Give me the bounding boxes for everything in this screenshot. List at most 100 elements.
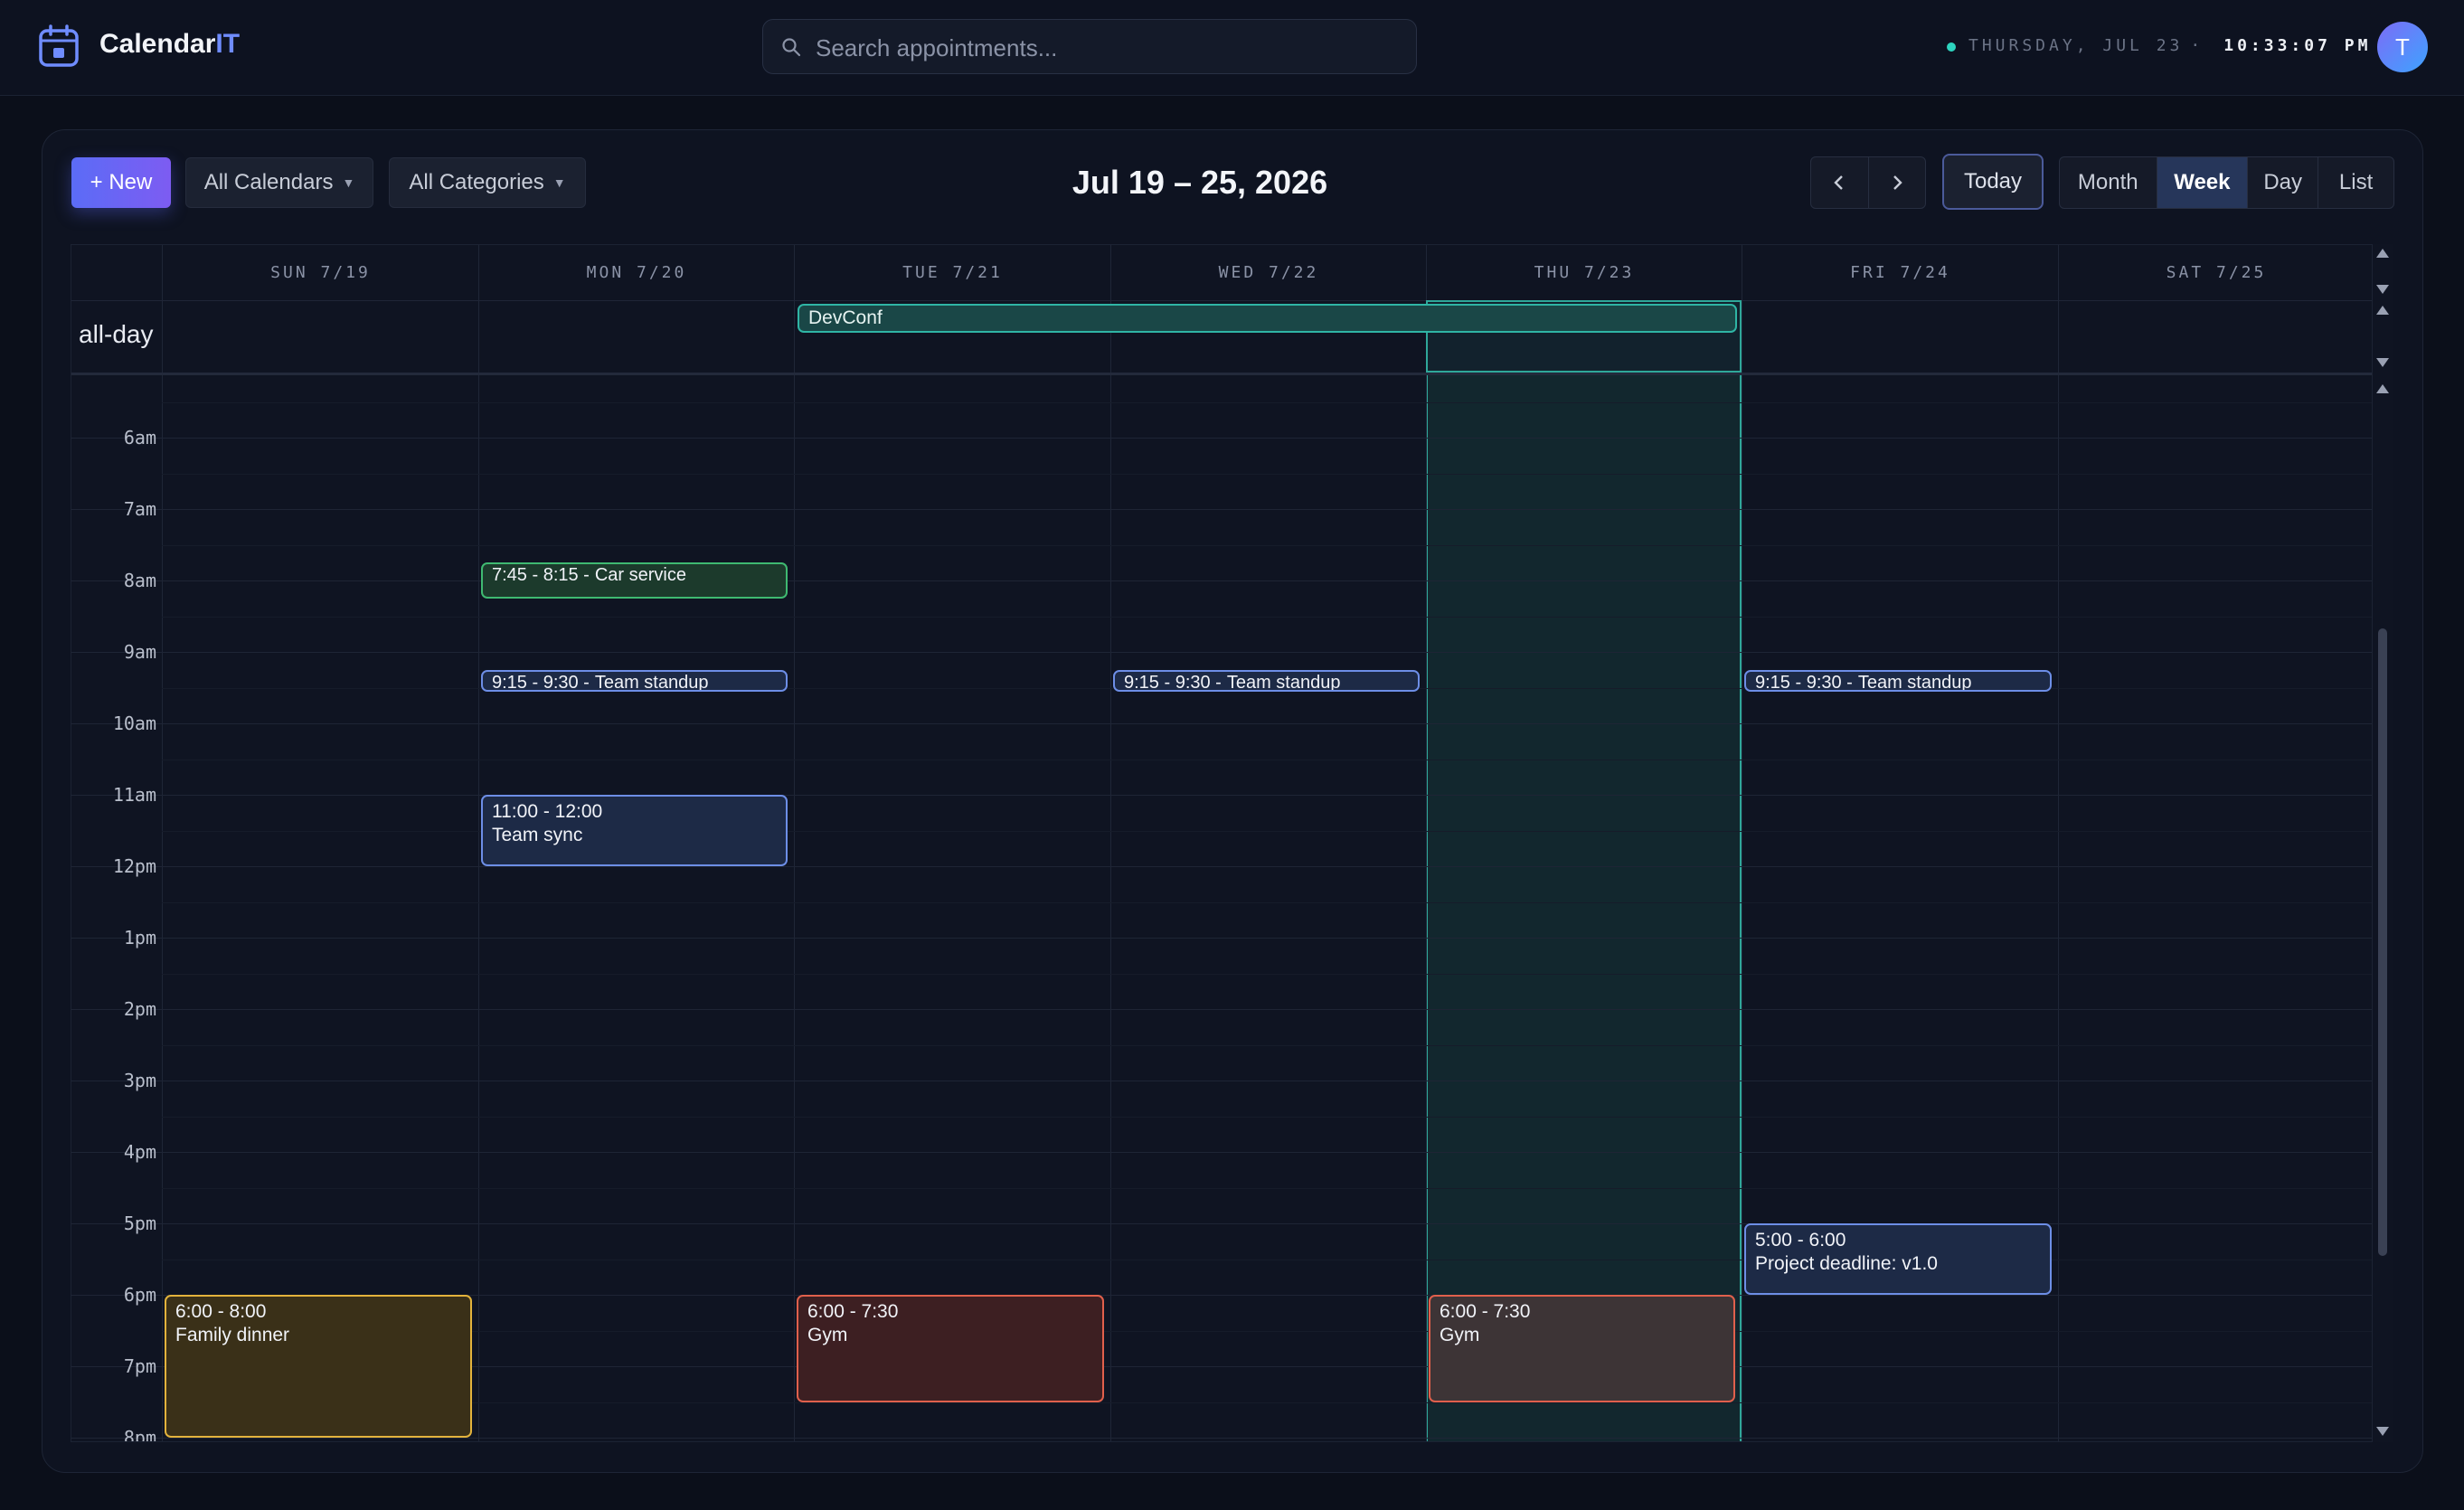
event-time: 6:00 - 8:00 bbox=[175, 1301, 267, 1322]
event-time: 6:00 - 7:30 bbox=[807, 1301, 899, 1322]
hour-line bbox=[71, 795, 2372, 796]
next-week-button[interactable] bbox=[1867, 157, 1926, 208]
today-button[interactable]: Today bbox=[1942, 154, 2044, 210]
day-header-mon[interactable]: MON 7/20 bbox=[478, 245, 794, 300]
time-grid: 5am 6am 7am 8am 9am 10am 11am 12pm 1pm 2pm 3pm 4pm 5… bbox=[71, 375, 2372, 1441]
event-title: Team standup bbox=[594, 672, 709, 692]
hour-line bbox=[71, 652, 2372, 653]
user-avatar[interactable]: T bbox=[2377, 22, 2428, 72]
day-column-divider bbox=[478, 375, 479, 1441]
week-calendar: SUN 7/19 MON 7/20 TUE 7/21 WED 7/22 THU … bbox=[71, 244, 2373, 1442]
day-header-fri[interactable]: FRI 7/24 bbox=[1742, 245, 2058, 300]
event-time: 9:15 - 9:30 - bbox=[1124, 672, 1222, 692]
scroll-down-arrow-icon[interactable] bbox=[2376, 358, 2389, 367]
half-hour-line bbox=[162, 1330, 2372, 1332]
calendar-event[interactable]: 6:00 - 8:00 Family dinner bbox=[165, 1295, 472, 1438]
view-day-button[interactable]: Day bbox=[2247, 157, 2318, 208]
event-title: Team standup bbox=[1857, 672, 1972, 692]
calendar-event[interactable]: 7:45 - 8:15 - Car service bbox=[481, 562, 788, 599]
event-title: Project deadline: v1.0 bbox=[1755, 1253, 1938, 1274]
calendars-filter-label: All Calendars bbox=[203, 170, 334, 194]
time-label: 6pm bbox=[123, 1284, 156, 1306]
half-hour-line bbox=[162, 1187, 2372, 1189]
half-hour-line bbox=[162, 1044, 2372, 1046]
half-hour-line bbox=[162, 1401, 2372, 1403]
calendar-event[interactable]: 5:00 - 6:00 Project deadline: v1.0 bbox=[1744, 1223, 2052, 1295]
day-header-thu[interactable]: THU 7/23 bbox=[1426, 245, 1742, 300]
calendar-event[interactable]: 9:15 - 9:30 - Team standup bbox=[1744, 669, 2052, 692]
previous-week-button[interactable] bbox=[1811, 157, 1868, 208]
categories-filter-label: All Categories bbox=[409, 170, 544, 194]
hour-line bbox=[71, 509, 2372, 510]
time-label: 3pm bbox=[123, 1070, 156, 1091]
time-label: 6am bbox=[123, 427, 156, 448]
date-nav-group bbox=[1810, 156, 1926, 209]
view-list-button[interactable]: List bbox=[2318, 157, 2393, 208]
time-label: 10am bbox=[112, 713, 156, 734]
hour-line bbox=[71, 438, 2372, 439]
time-label: 2pm bbox=[123, 998, 156, 1020]
caret-down-icon: ▼ bbox=[552, 175, 566, 190]
all-day-cell[interactable] bbox=[1742, 300, 2058, 373]
hour-line bbox=[71, 580, 2372, 581]
datetime-separator: · bbox=[2190, 36, 2204, 55]
day-header-tue[interactable]: TUE 7/21 bbox=[794, 245, 1110, 300]
hour-line bbox=[71, 723, 2372, 724]
time-label: 1pm bbox=[123, 927, 156, 948]
view-month-button[interactable]: Month bbox=[2060, 157, 2157, 208]
view-week-button[interactable]: Week bbox=[2156, 157, 2248, 208]
caret-down-icon: ▼ bbox=[342, 175, 355, 190]
categories-filter-dropdown[interactable]: All Categories ▼ bbox=[389, 157, 586, 208]
time-label: 12pm bbox=[112, 855, 156, 877]
half-hour-line bbox=[162, 401, 2372, 403]
all-day-cell[interactable] bbox=[478, 300, 794, 373]
all-day-label: all-day bbox=[79, 320, 154, 348]
event-time: 9:15 - 9:30 - bbox=[492, 672, 590, 692]
time-label: 7am bbox=[123, 498, 156, 520]
calendar-scrollbar[interactable] bbox=[2373, 244, 2393, 1442]
scrollbar-thumb[interactable] bbox=[2378, 628, 2387, 1256]
app-logo[interactable]: CalendarIT bbox=[99, 29, 240, 60]
time-label: 5pm bbox=[123, 1213, 156, 1234]
calendar-event[interactable]: 9:15 - 9:30 - Team standup bbox=[481, 669, 788, 692]
all-day-cell[interactable] bbox=[2058, 300, 2372, 373]
day-header-sun[interactable]: SUN 7/19 bbox=[162, 245, 478, 300]
event-time: 6:00 - 7:30 bbox=[1440, 1301, 1531, 1322]
current-time: 10:33:07 PM bbox=[2223, 36, 2372, 55]
calendar-event[interactable]: 6:00 - 7:30 Gym bbox=[797, 1295, 1104, 1402]
event-title: Gym bbox=[1440, 1325, 1480, 1345]
scroll-down-arrow-icon[interactable] bbox=[2376, 285, 2389, 294]
hour-line bbox=[71, 1009, 2372, 1010]
day-header-wed[interactable]: WED 7/22 bbox=[1110, 245, 1426, 300]
half-hour-line bbox=[162, 901, 2372, 903]
live-status-dot bbox=[1947, 42, 1956, 52]
scroll-up-arrow-icon[interactable] bbox=[2376, 384, 2389, 393]
all-day-event[interactable]: DevConf bbox=[798, 304, 1737, 333]
calendars-filter-dropdown[interactable]: All Calendars ▼ bbox=[185, 157, 373, 208]
hour-line bbox=[71, 938, 2372, 939]
day-header-sat[interactable]: SAT 7/25 bbox=[2058, 245, 2372, 300]
hour-line bbox=[71, 1152, 2372, 1153]
scroll-up-arrow-icon[interactable] bbox=[2376, 249, 2389, 258]
calendar-icon bbox=[39, 24, 79, 67]
half-hour-line bbox=[162, 973, 2372, 975]
calendar-event[interactable]: 9:15 - 9:30 - Team standup bbox=[1113, 669, 1420, 692]
time-label: 11am bbox=[112, 784, 156, 806]
day-column-divider bbox=[1426, 375, 1427, 1441]
scroll-up-arrow-icon[interactable] bbox=[2376, 306, 2389, 315]
all-day-cell[interactable] bbox=[162, 300, 478, 373]
event-title: Family dinner bbox=[175, 1325, 290, 1345]
new-appointment-button[interactable]: + New bbox=[71, 157, 171, 208]
scroll-down-arrow-icon[interactable] bbox=[2376, 1427, 2389, 1436]
calendar-event[interactable]: 11:00 - 12:00 Team sync bbox=[481, 795, 788, 866]
day-header-row: SUN 7/19 MON 7/20 TUE 7/21 WED 7/22 THU … bbox=[71, 245, 2372, 301]
search-icon bbox=[782, 38, 801, 57]
date-range-title: Jul 19 – 25, 2026 bbox=[1072, 164, 1328, 201]
calendar-event[interactable]: 6:00 - 7:30 Gym bbox=[1429, 1295, 1735, 1402]
time-label: 5am bbox=[71, 375, 156, 377]
current-datetime: THURSDAY, JUL 23 · 10:33:07 PM bbox=[1968, 36, 2371, 55]
event-title: Team sync bbox=[492, 825, 583, 845]
half-hour-line bbox=[162, 616, 2372, 618]
event-time: 11:00 - 12:00 bbox=[492, 801, 603, 822]
search-input[interactable]: Search appointments... bbox=[762, 19, 1417, 74]
